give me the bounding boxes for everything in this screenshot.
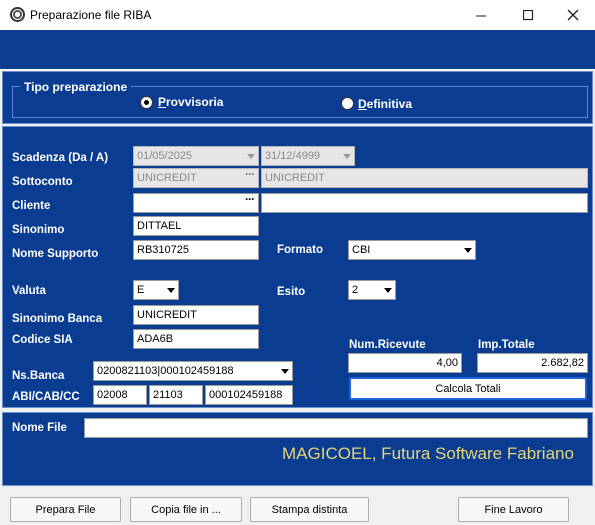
stampa-distinta-button[interactable]: Stampa distinta [250, 497, 369, 522]
sottoconto-description-value: UNICREDIT [265, 172, 325, 184]
sinonimo-field[interactable]: DITTAEL [133, 216, 259, 236]
ellipsis-icon[interactable]: ··· [245, 194, 255, 206]
minimize-button[interactable] [458, 0, 504, 30]
ns-banca-value: 0200821103|000102459188 [97, 365, 234, 377]
calcola-totali-button[interactable]: Calcola Totali [349, 377, 587, 400]
esito-value: 2 [352, 284, 359, 296]
esito-select[interactable]: 2 [348, 280, 396, 300]
num-ricevute-field: 4,00 [348, 353, 462, 373]
header-band [0, 30, 595, 70]
chevron-down-icon [384, 288, 392, 293]
prepara-file-button[interactable]: Prepara File [10, 497, 121, 522]
ellipsis-icon: ··· [245, 168, 255, 181]
nome-supporto-label: Nome Supporto [12, 248, 99, 260]
fine-lavoro-button[interactable]: Fine Lavoro [458, 497, 569, 522]
ns-banca-label: Ns.Banca [12, 370, 65, 382]
radio-definitiva-label[interactable]: Definitiva [358, 97, 412, 111]
definitiva-text: Definitiva [358, 97, 413, 111]
valuta-select[interactable]: E [133, 280, 179, 300]
maximize-icon [522, 9, 533, 20]
cliente-description-field[interactable] [261, 193, 588, 213]
scadenza-from-select[interactable]: 01/05/2025 [133, 146, 259, 166]
close-button[interactable] [550, 0, 595, 30]
num-ricevute-value: 4,00 [436, 357, 458, 369]
cliente-code-field[interactable]: ··· [133, 193, 259, 213]
chevron-down-icon [167, 288, 175, 293]
abi-field[interactable]: 02008 [93, 385, 147, 405]
cab-value: 21103 [153, 389, 183, 401]
cc-value: 000102459188 [209, 389, 283, 401]
scadenza-label: Scadenza (Da / A) [12, 152, 109, 164]
codice-sia-label: Codice SIA [12, 334, 73, 346]
nome-file-label: Nome File [12, 422, 67, 434]
sinonimo-banca-field[interactable]: UNICREDIT [133, 305, 259, 325]
cab-field[interactable]: 21103 [149, 385, 203, 405]
minimize-icon [475, 15, 486, 16]
num-ricevute-label: Num.Ricevute [349, 339, 426, 351]
window-title: Preparazione file RIBA [30, 8, 152, 22]
chevron-down-icon [464, 248, 472, 253]
chevron-down-icon [281, 369, 289, 374]
sottoconto-label: Sottoconto [12, 176, 73, 188]
valuta-label: Valuta [12, 285, 46, 297]
imp-totale-value: 2.682,82 [541, 357, 584, 369]
ns-banca-select[interactable]: 0200821103|000102459188 [93, 361, 293, 381]
cc-field[interactable]: 000102459188 [205, 385, 293, 405]
sinonimo-banca-label: Sinonimo Banca [12, 313, 103, 325]
maximize-button[interactable] [505, 0, 551, 30]
valuta-value: E [137, 284, 145, 296]
sinonimo-banca-value: UNICREDIT [137, 309, 197, 321]
sottoconto-description-field[interactable]: UNICREDIT [261, 168, 588, 188]
radio-provvisoria[interactable] [140, 96, 153, 109]
close-icon [567, 9, 579, 21]
scadenza-to-value: 31/12/4999 [265, 150, 321, 162]
brand-text: MAGICOEL, Futura Software Fabriano [282, 444, 574, 463]
sinonimo-label: Sinonimo [12, 224, 65, 236]
codice-sia-value: ADA6B [137, 333, 174, 345]
settings-gear-icon [10, 7, 25, 22]
scadenza-to-select[interactable]: 31/12/4999 [261, 146, 355, 166]
chevron-down-icon [343, 154, 351, 159]
provvisoria-text: rovvisoria [166, 95, 224, 109]
sottoconto-code-value: UNICREDIT [137, 172, 197, 184]
copia-file-button[interactable]: Copia file in ... [130, 497, 242, 522]
formato-select[interactable]: CBI [348, 240, 476, 260]
radio-definitiva[interactable] [341, 97, 354, 110]
esito-label: Esito [277, 286, 306, 298]
nome-supporto-value: RB310725 [137, 244, 189, 256]
formato-value: CBI [352, 244, 371, 256]
formato-label: Formato [277, 244, 323, 256]
sinonimo-value: DITTAEL [137, 220, 182, 232]
imp-totale-field: 2.682,82 [477, 353, 588, 373]
sottoconto-code-field[interactable]: UNICREDIT ··· [133, 168, 259, 188]
abi-cab-cc-label: ABI/CAB/CC [12, 391, 80, 403]
nome-file-field[interactable] [84, 418, 588, 438]
imp-totale-label: Imp.Totale [478, 339, 535, 351]
radio-provvisoria-label[interactable]: Provvisoria [158, 95, 223, 109]
abi-value: 02008 [97, 389, 128, 401]
codice-sia-field[interactable]: ADA6B [133, 329, 259, 349]
tipo-preparazione-title: Tipo preparazione [20, 80, 132, 94]
cliente-label: Cliente [12, 200, 51, 212]
chevron-down-icon [247, 154, 255, 159]
nome-supporto-field[interactable]: RB310725 [133, 240, 259, 260]
scadenza-from-value: 01/05/2025 [137, 150, 193, 162]
